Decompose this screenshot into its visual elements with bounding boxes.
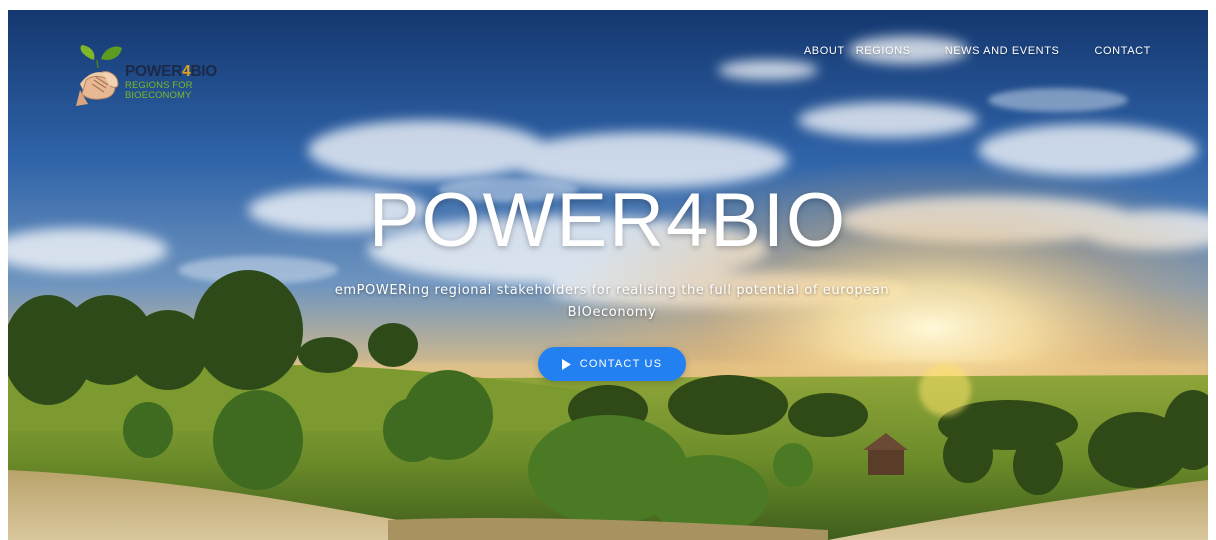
- main-nav: ABOUT REGIONS NEWS AND EVENTS CONTACT: [804, 45, 1151, 57]
- contact-us-button[interactable]: CONTACT US: [538, 347, 686, 381]
- contact-us-label: CONTACT US: [579, 358, 663, 370]
- hero-title: POWER4BIO: [368, 178, 848, 263]
- nav-item-contact[interactable]: CONTACT: [1094, 45, 1151, 57]
- brand-name: POWER4BIO: [125, 63, 218, 80]
- brand-tagline-line2: BIOECONOMY: [125, 90, 192, 101]
- brand-logo[interactable]: POWER4BIO REGIONS FOR BIOECONOMY: [74, 44, 224, 114]
- nav-item-regions[interactable]: REGIONS: [856, 45, 911, 57]
- hero-subtitle: emPOWERing regional stakeholders for rea…: [334, 283, 890, 320]
- nav-item-news-and-events[interactable]: NEWS AND EVENTS: [945, 45, 1060, 57]
- nav-item-about[interactable]: ABOUT: [804, 45, 845, 57]
- play-icon: [561, 358, 571, 370]
- page-frame: POWER4BIO REGIONS FOR BIOECONOMY ABOUT R…: [8, 10, 1208, 540]
